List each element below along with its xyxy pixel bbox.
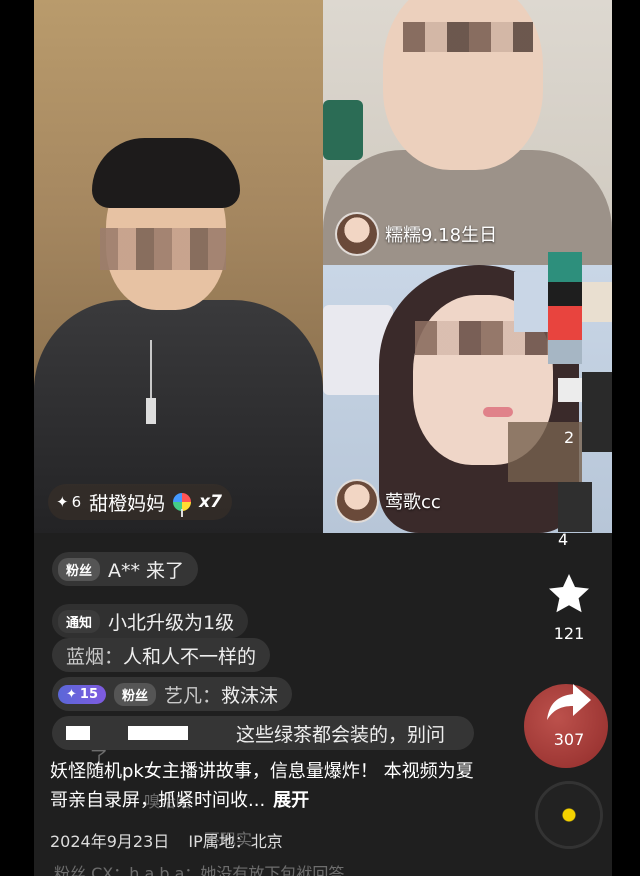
guest-chip-2[interactable]: 莺歌cc: [331, 475, 451, 527]
avatar: [335, 479, 379, 523]
gift-count: x7: [199, 492, 222, 512]
expand-button[interactable]: 展开: [273, 790, 309, 811]
fan-badge: 粉丝: [114, 682, 157, 706]
live-stream-screen: ✦ 6 甜橙妈妈 x7 糯糯9.18生日 莺歌cc 粉丝 A** 来了 通知 小…: [34, 0, 612, 876]
lollipop-icon: [173, 493, 192, 517]
partial-count: 2: [564, 428, 575, 447]
comment-user: 蓝烟：: [66, 645, 124, 668]
comment-text: 救沫沫: [221, 684, 279, 707]
comment-item: 蓝烟： 人和人不一样的: [52, 638, 271, 672]
video-description: 妖怪随机pk女主播讲故事，信息量爆炸！ 本视频为夏哥亲自录屏，抓紧时间收... 展…: [50, 757, 490, 815]
guest-chip-1[interactable]: 糯糯9.18生日: [331, 208, 507, 260]
partial-count: 4: [558, 530, 569, 549]
comment-item: 粉丝 A** 来了: [52, 552, 199, 586]
comment-text: A** 来了: [108, 559, 185, 582]
comment-item: 这些绿茶都会装的，别问: [52, 716, 474, 750]
guest-name-2: 莺歌cc: [385, 492, 441, 513]
guest-name-1: 糯糯9.18生日: [385, 225, 498, 246]
star-icon: [549, 574, 589, 613]
fan-badge: 粉丝: [58, 557, 101, 581]
host-name: 甜橙妈妈: [89, 492, 166, 515]
sparkle-icon: ✦: [56, 493, 69, 511]
ghost-text: 粉丝 CX：h a b a：她没有放下包袱回答: [54, 864, 345, 876]
host-video-tile[interactable]: ✦ 6 甜橙妈妈 x7: [34, 0, 323, 533]
comment-text: 小北升级为1级: [108, 611, 235, 634]
comment-text: 这些绿茶都会装的，别问: [236, 723, 446, 746]
censor-block: [66, 726, 90, 740]
comment-user: 艺凡：: [164, 684, 222, 707]
host-info-chip[interactable]: ✦ 6 甜橙妈妈 x7: [48, 484, 232, 520]
share-icon: [547, 684, 591, 720]
comment-item: ✦ 15 粉丝 艺凡： 救沫沫: [52, 677, 293, 711]
star-count: 121: [553, 624, 585, 643]
sparkle-icon: ✦: [66, 686, 77, 702]
censor-block: [128, 726, 188, 740]
comment-text: 人和人不一样的: [123, 645, 257, 668]
video-meta: 2024年9月23日 IP属地：北京: [50, 828, 283, 852]
guest-video-tile-1[interactable]: 糯糯9.18生日: [323, 0, 612, 265]
level-badge: ✦ 15: [58, 684, 106, 704]
publish-date: 2024年9月23日: [50, 832, 170, 851]
share-count: 307: [553, 730, 585, 749]
notice-badge: 通知: [58, 609, 101, 633]
share-button[interactable]: 307: [534, 680, 604, 749]
description-text: 妖怪随机pk女主播讲故事，信息量爆炸！ 本视频为夏哥亲自录屏，抓紧时间收...: [50, 761, 474, 811]
comment-item: 通知 小北升级为1级: [52, 604, 249, 638]
music-disc-icon[interactable]: [538, 784, 600, 846]
host-level-badge: ✦ 6: [56, 493, 82, 511]
censor-mosaic: [508, 252, 612, 532]
avatar: [335, 212, 379, 256]
ip-location: IP属地：北京: [188, 832, 283, 851]
star-button[interactable]: 121: [534, 570, 604, 643]
